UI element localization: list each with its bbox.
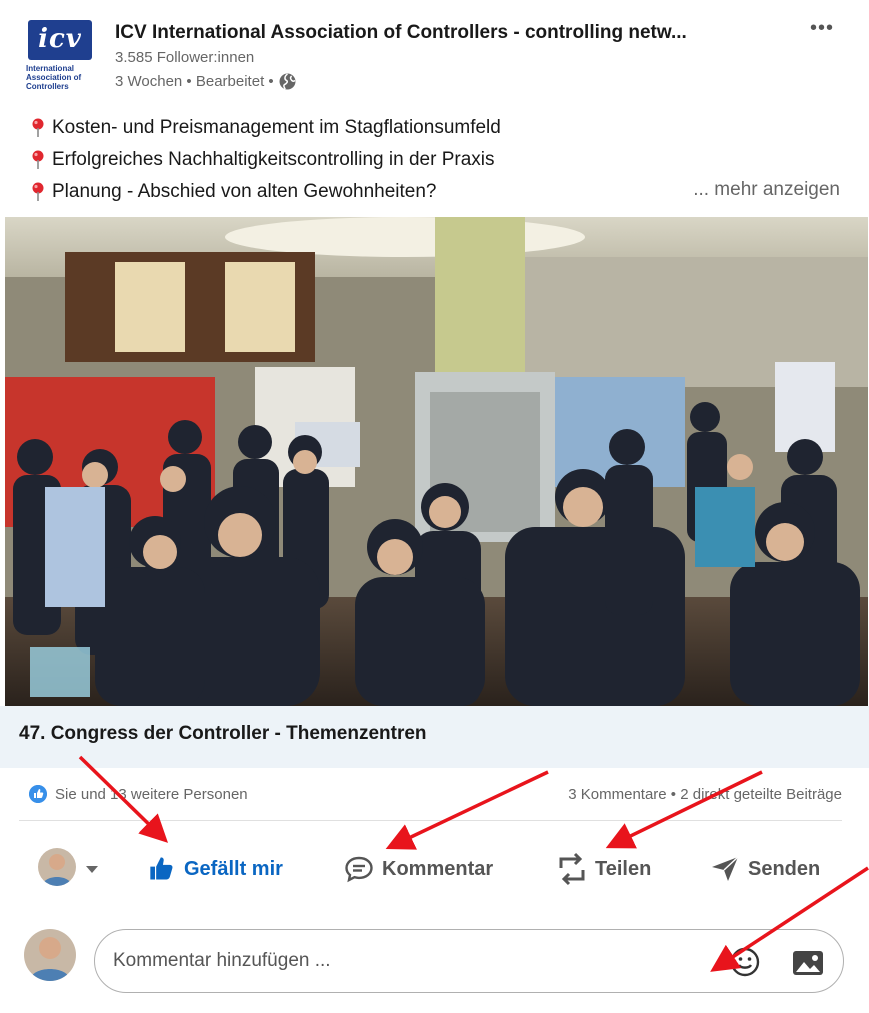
share-label: Teilen xyxy=(595,857,652,880)
action-bar: Gefällt mir Kommentar Teilen Senden xyxy=(0,840,869,900)
pin-icon xyxy=(32,118,44,137)
comment-composer xyxy=(0,925,869,1005)
divider xyxy=(19,820,842,821)
like-icon xyxy=(150,857,173,880)
comment-icon xyxy=(345,856,373,883)
avatar[interactable] xyxy=(24,929,76,981)
comment-box[interactable] xyxy=(94,929,844,993)
post-meta: 3 Wochen • Bearbeitet • xyxy=(115,73,296,90)
like-reaction-icon xyxy=(29,785,47,803)
globe-icon xyxy=(279,73,296,90)
like-button[interactable]: Gefällt mir xyxy=(148,852,283,886)
more-menu-button[interactable]: ••• xyxy=(804,18,840,44)
like-label: Gefällt mir xyxy=(184,857,283,880)
emoji-icon[interactable] xyxy=(729,946,761,978)
video-caption-title: 47. Congress der Controller - Themenzent… xyxy=(19,723,427,744)
comment-label: Kommentar xyxy=(382,857,494,880)
comment-button[interactable]: Kommentar xyxy=(344,852,493,886)
post-line-text: Kosten- und Preismanagement im Stagflati… xyxy=(52,117,501,138)
post-line: Kosten- und Preismanagement im Stagflati… xyxy=(30,112,850,144)
send-label: Senden xyxy=(748,857,821,880)
reactions-count[interactable]: Sie und 13 weitere Personen xyxy=(55,786,248,803)
caret-down-icon[interactable] xyxy=(86,866,98,873)
company-name[interactable]: ICV International Association of Control… xyxy=(115,22,795,44)
video-frame xyxy=(5,217,868,706)
logo-caption: International Association of Controllers xyxy=(26,64,82,91)
social-counts: Sie und 13 weitere Personen 3 Kommentare… xyxy=(0,780,869,812)
avatar-image xyxy=(24,929,76,981)
pin-icon xyxy=(32,150,44,169)
avatar[interactable] xyxy=(38,848,76,886)
share-icon xyxy=(559,852,585,886)
pin-icon xyxy=(32,182,44,201)
post-body: Kosten- und Preismanagement im Stagflati… xyxy=(30,112,850,208)
video-player[interactable] xyxy=(5,217,868,706)
video-caption-bar[interactable]: 47. Congress der Controller - Themenzent… xyxy=(0,706,869,768)
comment-input[interactable] xyxy=(113,948,673,974)
follower-count: 3.585 Follower:innen xyxy=(115,49,255,66)
logo-mark: icv xyxy=(28,20,92,60)
company-logo[interactable]: icv International Association of Control… xyxy=(24,18,96,91)
comments-shares-count[interactable]: 3 Kommentare • 2 direkt geteilte Beiträg… xyxy=(568,786,842,803)
post-line-text: Planung - Abschied von alten Gewohnheite… xyxy=(52,181,437,202)
send-button[interactable]: Senden xyxy=(710,852,820,886)
send-icon xyxy=(712,856,739,881)
post-meta-text: 3 Wochen • Bearbeitet • xyxy=(115,73,274,90)
image-icon[interactable] xyxy=(791,948,825,978)
show-more-link[interactable]: ... mehr anzeigen xyxy=(693,176,840,204)
avatar-image xyxy=(38,848,76,886)
post-line-text: Erfolgreiches Nachhaltigkeitscontrolling… xyxy=(52,149,495,170)
post-line: Erfolgreiches Nachhaltigkeitscontrolling… xyxy=(30,144,850,176)
post-header: icv International Association of Control… xyxy=(0,0,869,110)
share-button[interactable]: Teilen xyxy=(557,852,651,886)
